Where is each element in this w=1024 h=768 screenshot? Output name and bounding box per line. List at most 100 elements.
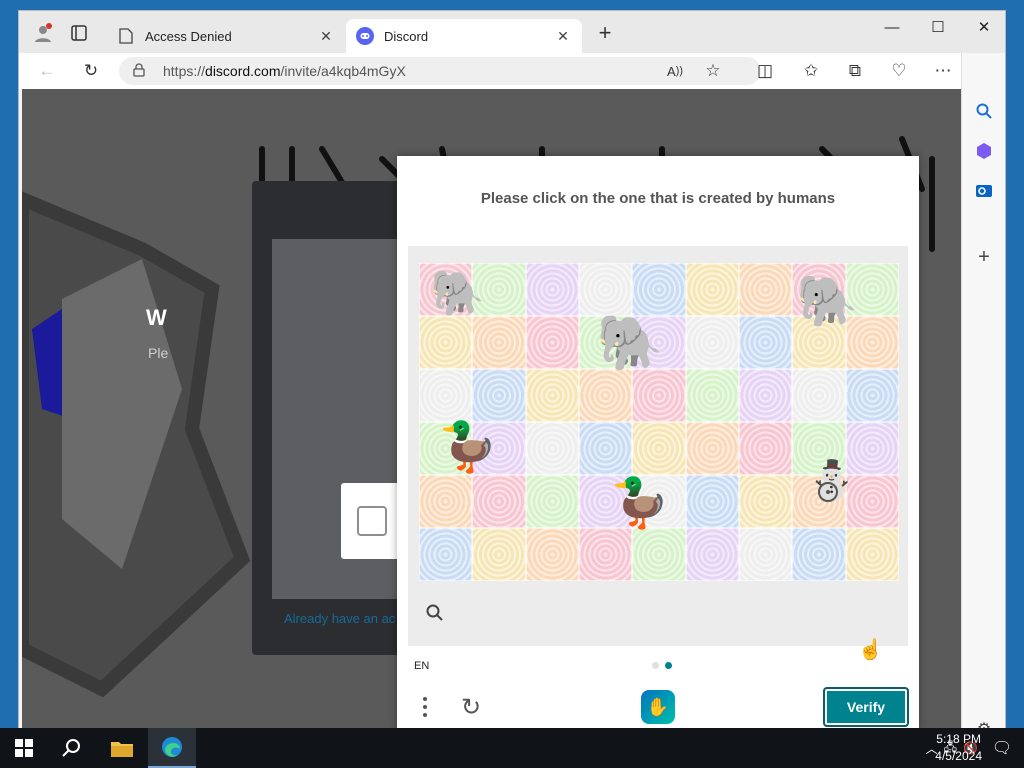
- challenge-tile: [525, 528, 579, 581]
- taskbar: ︿ 🖧 🔇 5:18 PM 4/5/2024 🗨: [0, 728, 1024, 768]
- lock-icon: [133, 62, 149, 80]
- challenge-tile: [738, 316, 793, 369]
- search-taskbar-icon[interactable]: [48, 728, 96, 768]
- challenge-tile: [419, 475, 473, 528]
- url-host: discord.com: [205, 63, 281, 79]
- language-selector[interactable]: EN: [414, 660, 429, 672]
- challenge-tile: [578, 528, 633, 581]
- favorites-icon[interactable]: ✩: [797, 57, 825, 85]
- captcha-checkbox[interactable]: [357, 506, 387, 536]
- challenge-image-panel: 🐘 🐘 🐘 🦆 🦆 ⛄: [408, 246, 908, 646]
- refresh-challenge-icon[interactable]: ↻: [457, 693, 485, 721]
- challenge-tile: [685, 422, 739, 475]
- challenge-footer: ↻ ✋ Verify: [397, 684, 919, 731]
- add-sidebar-icon[interactable]: +: [970, 243, 998, 271]
- duck-image[interactable]: 🦆: [438, 424, 498, 472]
- copilot-sidebar-icon[interactable]: [970, 137, 998, 165]
- more-menu-icon[interactable]: ⋯: [929, 57, 957, 85]
- new-tab-icon[interactable]: +: [591, 19, 619, 47]
- challenge-tile: [685, 263, 739, 316]
- notification-icon[interactable]: 🗨: [990, 736, 1014, 760]
- challenge-tile: [472, 316, 526, 369]
- challenge-tile: [525, 369, 579, 422]
- close-window-icon[interactable]: ✕: [961, 11, 1007, 43]
- challenge-tile: [525, 316, 579, 369]
- challenge-tile: [738, 475, 793, 528]
- challenge-tile: [472, 475, 526, 528]
- challenge-prompt: Please click on the one that is created …: [480, 190, 836, 207]
- collections-icon[interactable]: ⧉: [841, 57, 869, 85]
- page-dot: [652, 662, 659, 669]
- page-indicator: [652, 662, 672, 669]
- close-tab-icon[interactable]: ✕: [554, 28, 572, 45]
- back-icon[interactable]: ←: [33, 57, 61, 85]
- taskbar-clock[interactable]: 5:18 PM 4/5/2024: [935, 731, 982, 765]
- title-bar: Access Denied ✕ Discord ✕ + — ☐ ✕: [19, 11, 1005, 53]
- challenge-tile: [472, 369, 526, 422]
- close-tab-icon[interactable]: ✕: [317, 28, 335, 45]
- challenge-tile: [419, 316, 473, 369]
- duck-image[interactable]: 🦆: [610, 480, 670, 528]
- challenge-tile: [845, 528, 899, 581]
- minimize-icon[interactable]: —: [869, 11, 915, 43]
- favorite-star-icon[interactable]: ☆: [699, 57, 727, 85]
- zoom-search-icon[interactable]: [426, 604, 446, 624]
- outlook-icon[interactable]: [970, 177, 998, 205]
- challenge-tile: [632, 422, 686, 475]
- elephant-image[interactable]: 🐘: [430, 272, 485, 316]
- file-explorer-icon[interactable]: [98, 728, 146, 768]
- edge-taskbar-icon[interactable]: [148, 728, 196, 768]
- target-marker-icon: [818, 482, 838, 502]
- challenge-tile: [792, 528, 846, 581]
- search-icon[interactable]: [970, 97, 998, 125]
- challenge-tile: [685, 475, 739, 528]
- tab-label: Access Denied: [145, 28, 232, 44]
- maximize-icon[interactable]: ☐: [915, 11, 961, 43]
- challenge-tile: [578, 263, 633, 316]
- read-aloud-icon[interactable]: A)): [661, 57, 689, 85]
- tab-actions-icon[interactable]: [65, 19, 93, 47]
- challenge-tile: [685, 528, 739, 581]
- challenge-tile: [738, 263, 793, 316]
- page-dot-active: [665, 662, 672, 669]
- discord-icon: [356, 27, 374, 45]
- challenge-tile: [738, 369, 793, 422]
- hcaptcha-logo-icon: ✋: [641, 690, 675, 724]
- tab-label: Discord: [384, 28, 429, 44]
- challenge-tile: [792, 369, 846, 422]
- hand-cursor-icon: ☝: [858, 639, 883, 661]
- toolbar: ← ↻ https://discord.com/invite/a4kqb4mGy…: [19, 53, 1005, 89]
- windows-start-icon[interactable]: [0, 728, 48, 768]
- login-link[interactable]: Already have an ac: [284, 611, 395, 626]
- split-screen-icon[interactable]: ◫: [751, 57, 779, 85]
- edge-sidebar: + ⚙: [961, 53, 1005, 738]
- menu-kebab-icon[interactable]: [415, 692, 435, 722]
- hcaptcha-checkbox-widget: [341, 483, 401, 559]
- discord-subtext: Ple: [148, 345, 169, 361]
- challenge-tile: [685, 369, 739, 422]
- clock-date: 4/5/2024: [935, 749, 982, 763]
- hcaptcha-challenge: Please click on the one that is created …: [397, 156, 919, 731]
- elephant-image[interactable]: 🐘: [596, 316, 663, 370]
- challenge-tile: [578, 369, 633, 422]
- challenge-tile: [685, 316, 739, 369]
- refresh-icon[interactable]: ↻: [77, 57, 105, 85]
- challenge-tile: [738, 528, 793, 581]
- challenge-tile: [472, 528, 526, 581]
- challenge-tile: [419, 369, 473, 422]
- challenge-tile: [419, 528, 473, 581]
- discord-heading: W: [146, 305, 167, 330]
- elephant-image[interactable]: 🐘: [796, 276, 858, 326]
- profile-icon[interactable]: [29, 19, 57, 47]
- tab-discord[interactable]: Discord ✕: [346, 19, 582, 53]
- challenge-tile: [845, 369, 899, 422]
- challenge-tile: [632, 263, 686, 316]
- challenge-tile: [632, 528, 686, 581]
- challenge-tile: [525, 422, 579, 475]
- browser-essentials-icon[interactable]: ♡: [885, 57, 913, 85]
- url-path: /invite/a4kqb4mGyX: [280, 63, 406, 79]
- challenge-tile: [738, 422, 793, 475]
- verify-button[interactable]: Verify: [823, 687, 909, 727]
- tab-access-denied[interactable]: Access Denied ✕: [107, 19, 345, 53]
- page-icon: [117, 27, 135, 45]
